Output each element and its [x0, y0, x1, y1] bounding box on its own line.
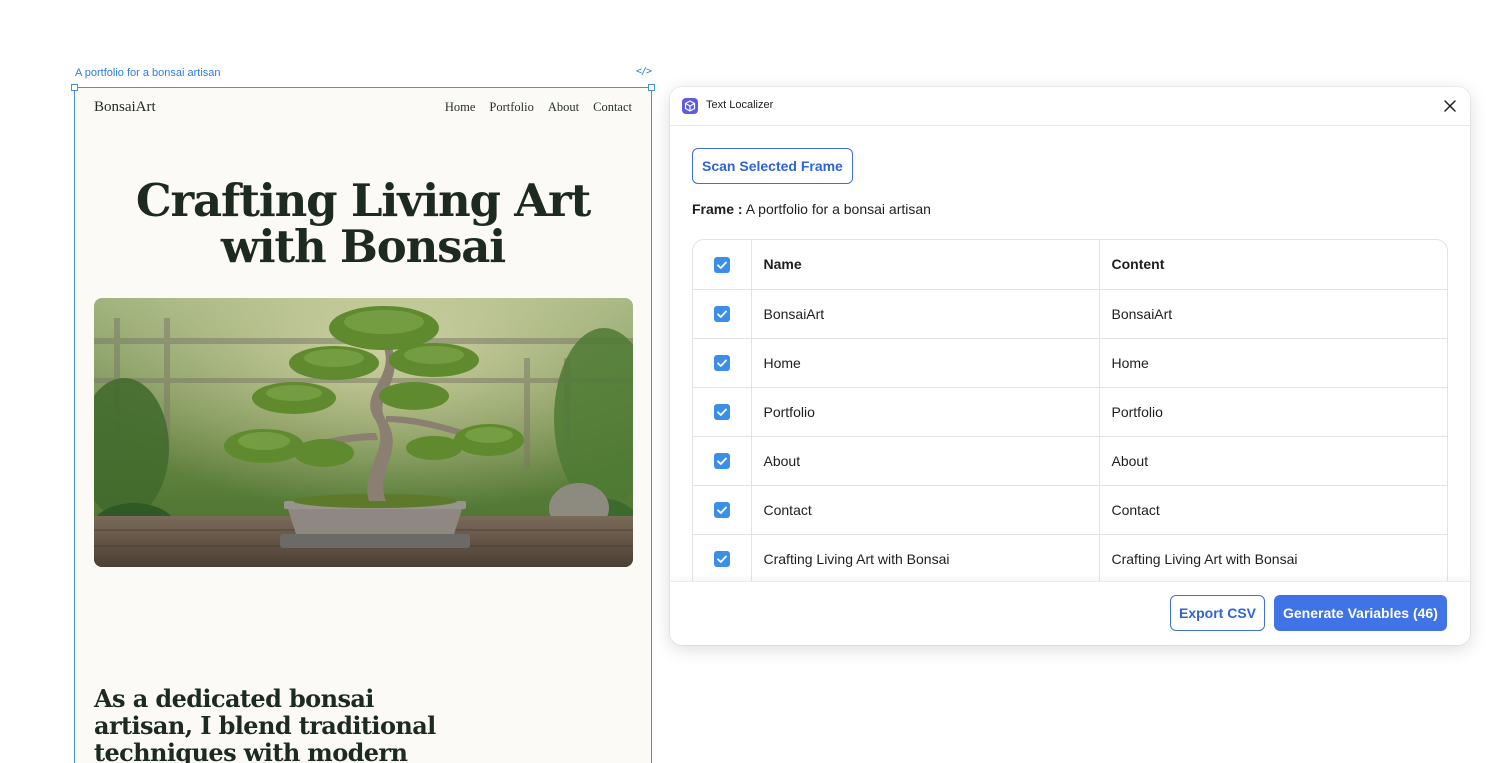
site-nav-links: Home Portfolio About Contact: [445, 100, 632, 115]
text-localizer-panel: Text Localizer Scan Selected Frame Frame…: [670, 87, 1470, 645]
table-header-row: Name Content: [693, 240, 1447, 290]
resize-handle-top-right[interactable]: [648, 84, 655, 91]
table-row: BonsaiArt BonsaiArt: [693, 289, 1447, 339]
row-content: Portfolio: [1099, 387, 1447, 437]
panel-footer: Export CSV Generate Variables (46): [670, 581, 1470, 645]
export-csv-button[interactable]: Export CSV: [1170, 595, 1266, 631]
panel-header: Text Localizer: [670, 87, 1470, 126]
generate-variables-button[interactable]: Generate Variables (46): [1274, 595, 1447, 631]
table-row: About About: [693, 436, 1447, 486]
row-checkbox[interactable]: [713, 306, 730, 323]
table-row: Contact Contact: [693, 485, 1447, 535]
nav-link-home[interactable]: Home: [445, 100, 476, 115]
row-checkbox[interactable]: [713, 355, 730, 372]
column-header-content: Content: [1099, 240, 1447, 290]
nav-link-contact[interactable]: Contact: [593, 100, 632, 115]
frame-info-name: A portfolio for a bonsai artisan: [745, 201, 931, 217]
frame-info-label: Frame :: [692, 201, 743, 217]
row-name: Portfolio: [751, 387, 1100, 437]
row-content: Crafting Living Art with Bonsai: [1099, 534, 1447, 584]
row-checkbox[interactable]: [713, 502, 730, 519]
code-icon[interactable]: </>: [636, 66, 652, 77]
intro-paragraph: As a dedicated bonsai artisan, I blend t…: [94, 684, 436, 763]
row-checkbox[interactable]: [713, 453, 730, 470]
table-row: Crafting Living Art with Bonsai Crafting…: [693, 534, 1447, 584]
selected-frame[interactable]: BonsaiArt Home Portfolio About Contact C…: [74, 87, 652, 763]
row-content: BonsaiArt: [1099, 289, 1447, 339]
nav-link-portfolio[interactable]: Portfolio: [489, 100, 533, 115]
scan-selected-frame-button[interactable]: Scan Selected Frame: [692, 148, 853, 184]
column-header-name: Name: [751, 240, 1100, 290]
row-checkbox[interactable]: [713, 404, 730, 421]
bonsai-hero-image: [94, 298, 633, 567]
row-name: BonsaiArt: [751, 289, 1100, 339]
panel-title: Text Localizer: [706, 99, 774, 111]
text-layers-table: Name Content BonsaiArt BonsaiArt Home Ho…: [692, 239, 1448, 599]
site-navbar: BonsaiArt Home Portfolio About Contact: [94, 97, 632, 117]
row-name: Contact: [751, 485, 1100, 535]
site-logo[interactable]: BonsaiArt: [94, 99, 156, 116]
row-name: About: [751, 436, 1100, 486]
row-content: About: [1099, 436, 1447, 486]
frame-info: Frame : A portfolio for a bonsai artisan: [692, 201, 931, 217]
select-all-checkbox[interactable]: [713, 256, 730, 273]
table-row: Portfolio Portfolio: [693, 387, 1447, 437]
hero-title: Crafting Living Art with Bonsai: [135, 174, 591, 273]
resize-handle-top-left[interactable]: [71, 84, 78, 91]
row-name: Home: [751, 338, 1100, 388]
frame-name-label[interactable]: A portfolio for a bonsai artisan: [75, 67, 221, 79]
row-name: Crafting Living Art with Bonsai: [751, 534, 1100, 584]
row-content: Contact: [1099, 485, 1447, 535]
row-content: Home: [1099, 338, 1447, 388]
plugin-cube-icon: [682, 98, 698, 114]
nav-link-about[interactable]: About: [548, 100, 579, 115]
table-row: Home Home: [693, 338, 1447, 388]
design-canvas: A portfolio for a bonsai artisan </> Bon…: [0, 0, 1511, 763]
close-icon[interactable]: [1442, 98, 1458, 114]
row-checkbox[interactable]: [713, 551, 730, 568]
